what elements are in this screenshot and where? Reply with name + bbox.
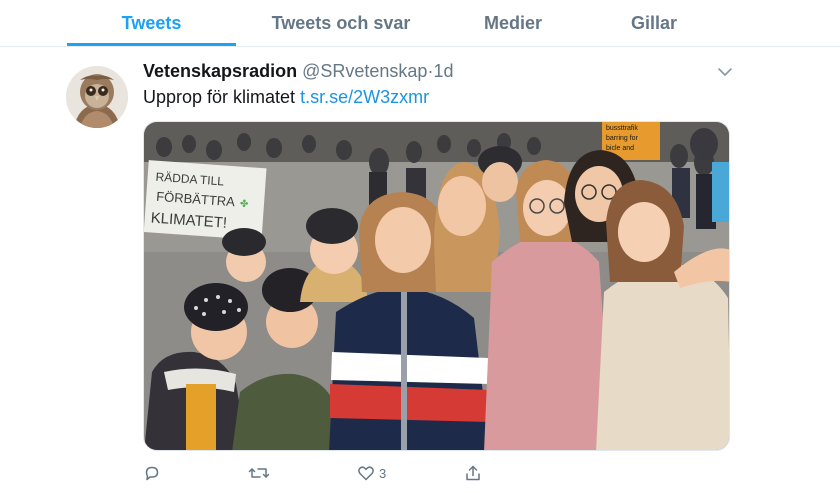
background-sign-line-3: bicle and (606, 145, 634, 152)
like-button[interactable]: 3 (357, 460, 386, 486)
chevron-down-icon[interactable] (716, 63, 734, 81)
tweet-timestamp[interactable]: 1d (433, 61, 453, 81)
retweet-icon (248, 468, 270, 478)
profile-tabs: Tweets Tweets och svar Medier Gillar (0, 0, 840, 47)
clover-icon: ✤ (240, 199, 249, 211)
share-button[interactable] (464, 460, 482, 486)
reply-button[interactable] (143, 460, 161, 486)
background-sign-line-1: bussttrafik (606, 125, 638, 132)
tweet-body: Upprop för klimatet (143, 87, 296, 107)
tab-tweets-and-replies[interactable]: Tweets och svar (256, 0, 426, 47)
tweet-header: Vetenskapsradion @SRvetenskap·1d (143, 59, 453, 83)
heart-icon (358, 466, 374, 481)
photo-illustration: bussttrafik barring for bicle and RÄDDA … (144, 122, 729, 450)
background-sign-line-2: barring for (606, 135, 639, 142)
tab-media[interactable]: Medier (446, 0, 580, 47)
share-icon (466, 465, 480, 481)
retweet-button[interactable] (248, 460, 270, 486)
reply-icon (145, 466, 159, 481)
display-name[interactable]: Vetenskapsradion (143, 61, 297, 81)
tweet-text: Upprop för klimatet t.sr.se/2W3zxmr (143, 85, 429, 109)
active-tab-indicator (67, 43, 236, 46)
user-handle[interactable]: @SRvetenskap (302, 61, 427, 81)
tab-tweets[interactable]: Tweets (67, 0, 236, 47)
tab-likes[interactable]: Gillar (587, 0, 721, 47)
owl-avatar-image (66, 66, 128, 128)
tweet-photo[interactable]: bussttrafik barring for bicle and RÄDDA … (143, 121, 730, 451)
like-count: 3 (379, 465, 387, 481)
owl-avatar[interactable] (66, 66, 128, 128)
tweet-actions: 3 (143, 460, 543, 486)
tweet-link[interactable]: t.sr.se/2W3zxmr (300, 87, 429, 107)
